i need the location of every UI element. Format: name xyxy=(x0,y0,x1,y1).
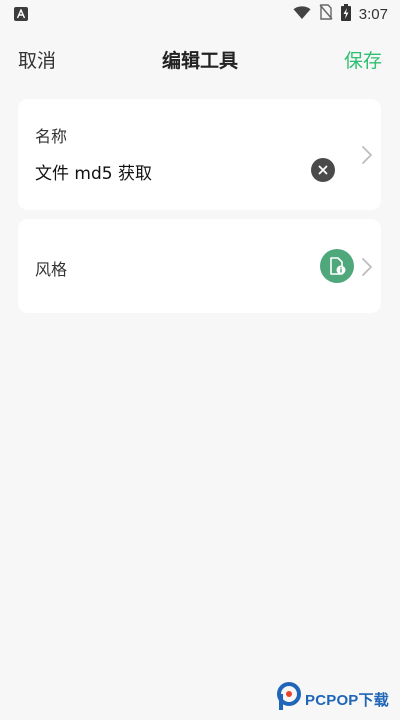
screen: 3:07 取消 编辑工具 保存 名称 文件 md5 获取 风格 PCPOP下载 xyxy=(0,0,400,720)
cancel-button[interactable]: 取消 xyxy=(18,46,56,73)
watermark-text: PCPOP下载 xyxy=(305,691,389,709)
watermark: PCPOP下载 xyxy=(276,682,389,716)
status-time: 3:07 xyxy=(358,5,388,23)
status-bar-right: 3:07 xyxy=(293,3,388,25)
pcpop-logo-icon xyxy=(276,682,302,716)
name-card[interactable]: 名称 文件 md5 获取 xyxy=(18,99,381,210)
chevron-right-icon xyxy=(362,258,372,276)
file-info-icon[interactable] xyxy=(320,249,354,283)
style-label: 风格 xyxy=(35,260,68,279)
name-input[interactable]: 文件 md5 获取 xyxy=(35,159,152,184)
app-notification-icon xyxy=(14,7,28,21)
chevron-right-icon xyxy=(362,146,372,164)
page-title: 编辑工具 xyxy=(161,50,238,72)
wifi-icon xyxy=(293,5,311,24)
battery-charging-icon xyxy=(340,3,351,25)
status-bar-left xyxy=(14,7,28,21)
clear-icon[interactable] xyxy=(311,158,335,182)
top-bar: 取消 编辑工具 保存 xyxy=(0,40,400,80)
status-bar: 3:07 xyxy=(0,0,400,28)
save-button[interactable]: 保存 xyxy=(344,46,382,73)
style-card[interactable]: 风格 xyxy=(18,219,381,313)
no-sim-icon xyxy=(319,4,333,24)
name-label: 名称 xyxy=(35,127,68,146)
